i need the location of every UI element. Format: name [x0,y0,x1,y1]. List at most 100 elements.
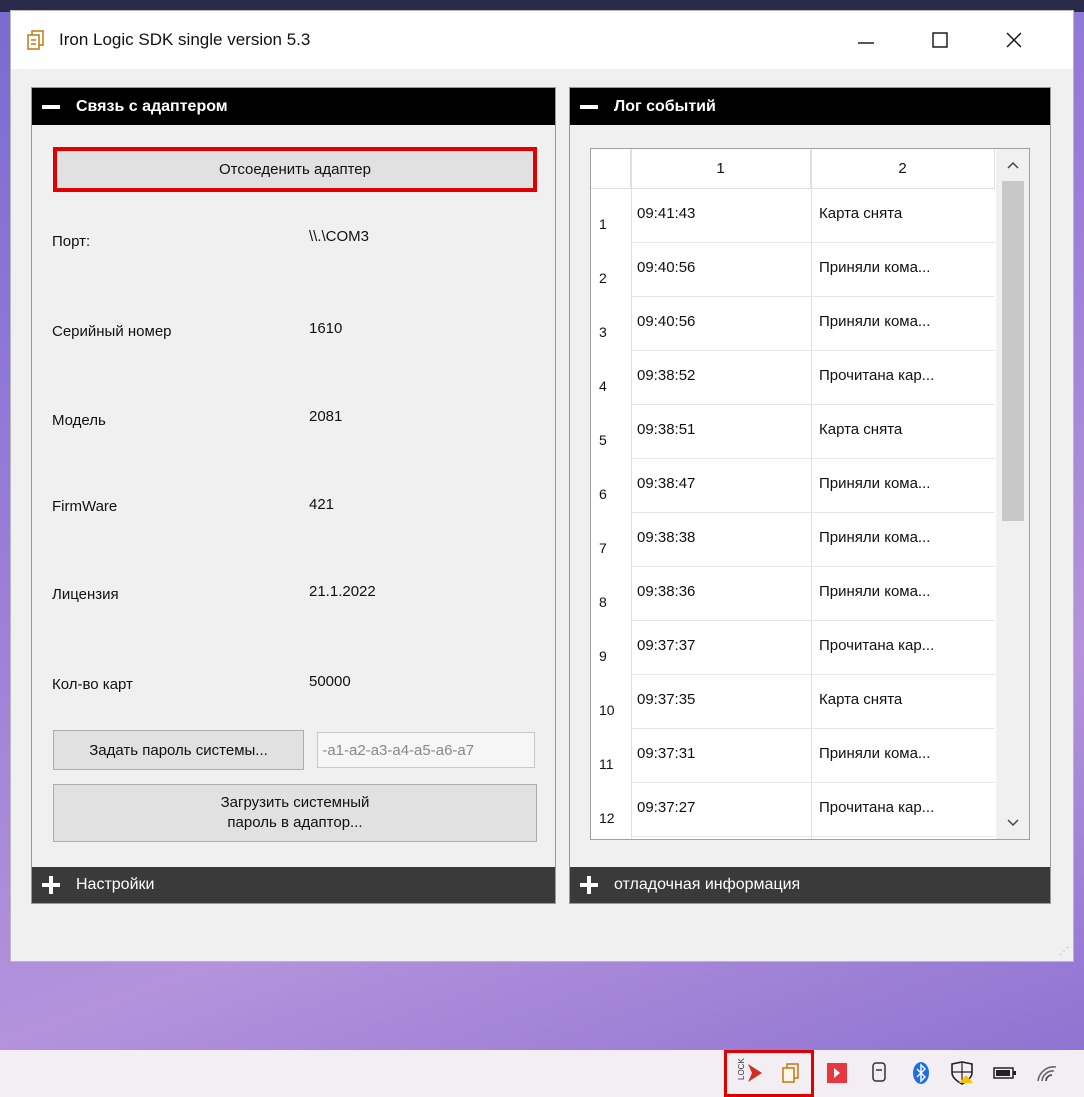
log-panel-title: Лог событий [614,97,716,115]
table-row[interactable]: 3 09:40:56 Приняли кома... [591,297,995,351]
row-number: 4 [599,378,607,394]
event-log-table[interactable]: 1 2 1 09:41:43 Карта снята 2 09:40:56 Приняли… [590,148,1030,840]
event-time-cell[interactable]: 09:38:38 [637,529,695,546]
row-number-header [591,149,631,189]
expand-icon[interactable] [42,876,60,894]
close-button[interactable] [977,11,1051,69]
event-time-cell[interactable]: 09:38:47 [637,475,695,492]
maximize-icon [932,32,948,48]
port-label: Порт: [52,233,91,250]
license-value: 21.1.2022 [309,583,376,600]
license-label: Лицензия [52,586,119,603]
iron-logic-icon[interactable] [776,1056,806,1090]
iron-logic-app-icon [27,30,45,50]
table-row[interactable]: 8 09:38:36 Приняли кома... [591,567,995,621]
disconnect-adapter-button[interactable]: Отсоеденить адаптер [53,147,537,192]
event-time-cell[interactable]: 09:38:52 [637,367,695,384]
row-number: 2 [599,270,607,286]
settings-label: Настройки [76,876,155,893]
event-time-cell[interactable]: 09:37:31 [637,745,695,762]
table-row[interactable]: 6 09:38:47 Приняли кома... [591,459,995,513]
adapter-panel-header[interactable]: Связь с адаптером [32,88,555,125]
debug-info-label: отладочная информация [614,876,801,893]
event-time-cell[interactable]: 09:40:56 [637,313,695,330]
red-app-icon[interactable] [822,1056,852,1090]
collapse-icon[interactable] [42,104,60,109]
debug-info-section-header[interactable]: отладочная информация [570,867,1050,903]
table-row[interactable]: 9 09:37:37 Прочитана кар... [591,621,995,675]
log-panel: Лог событий 1 2 1 09:41:43 Карта снята 2 09:… [569,87,1051,904]
event-time-cell[interactable]: 09:37:35 [637,691,695,708]
event-description-cell[interactable]: Карта снята [819,205,902,222]
system-password-field[interactable] [317,732,535,768]
port-value: \\.\COM3 [309,228,370,245]
log-panel-header[interactable]: Лог событий [570,88,1050,125]
load-system-password-button[interactable]: Загрузить системный пароль в адаптор... [53,784,537,842]
row-number: 8 [599,594,607,610]
table-row[interactable]: 10 09:37:35 Карта снята [591,675,995,729]
event-description-cell[interactable]: Приняли кома... [819,583,930,600]
column-header-1[interactable]: 1 [631,149,811,189]
security-icon[interactable] [946,1056,978,1090]
bluetooth-icon[interactable] [906,1056,936,1090]
vertical-scrollbar[interactable] [996,149,1029,839]
scroll-thumb[interactable] [1002,181,1024,521]
table-row[interactable]: 11 09:37:31 Приняли кома... [591,729,995,783]
battery-icon[interactable] [990,1056,1020,1090]
set-system-password-label: Задать пароль системы... [89,741,268,759]
row-number: 9 [599,648,607,664]
row-number: 10 [599,702,615,718]
row-number: 5 [599,432,607,448]
maximize-button[interactable] [903,11,977,69]
event-description-cell[interactable]: Приняли кома... [819,259,930,276]
row-number: 1 [599,216,607,232]
model-label: Модель [52,412,106,429]
table-row[interactable]: 12 09:37:27 Прочитана кар... [591,783,995,837]
title-bar[interactable]: Iron Logic SDK single version 5.3 [11,11,1073,69]
event-description-cell[interactable]: Приняли кома... [819,475,930,492]
event-time-cell[interactable]: 09:41:43 [637,205,695,222]
table-row[interactable]: 2 09:40:56 Приняли кома... [591,243,995,297]
main-window: Iron Logic SDK single version 5.3 Связь … [10,10,1074,962]
event-description-cell[interactable]: Приняли кома... [819,529,930,546]
event-time-cell[interactable]: 09:38:51 [637,421,695,438]
event-description-cell[interactable]: Карта снята [819,691,902,708]
model-value: 2081 [309,408,343,425]
wifi-icon[interactable] [1032,1056,1062,1090]
lock-app-icon[interactable]: LOCK [733,1056,769,1090]
event-description-cell[interactable]: Прочитана кар... [819,367,934,384]
adapter-panel: Связь с адаптером Отсоеденить адаптер По… [31,87,556,904]
row-divider [631,836,995,837]
table-row[interactable]: 7 09:38:38 Приняли кома... [591,513,995,567]
disconnect-adapter-label: Отсоеденить адаптер [219,161,371,178]
table-row[interactable]: 1 09:41:43 Карта снята [591,189,995,243]
scroll-up-arrow-icon[interactable] [996,151,1029,179]
event-time-cell[interactable]: 09:40:56 [637,259,695,276]
card-count-value: 50000 [309,673,351,690]
settings-section-header[interactable]: Настройки [32,867,555,903]
event-description-cell[interactable]: Карта снята [819,421,902,438]
event-time-cell[interactable]: 09:38:36 [637,583,695,600]
serial-number-label: Серийный номер [52,323,172,340]
load-password-label-line1: Загрузить системный [220,794,370,811]
expand-icon[interactable] [580,876,598,894]
event-description-cell[interactable]: Прочитана кар... [819,799,934,816]
minimize-button[interactable] [829,11,903,69]
firmware-label: FirmWare [52,498,118,515]
event-time-cell[interactable]: 09:37:37 [637,637,695,654]
column-header-2[interactable]: 2 [811,149,995,189]
serial-number-value: 1610 [309,320,343,337]
table-row[interactable]: 4 09:38:52 Прочитана кар... [591,351,995,405]
event-description-cell[interactable]: Прочитана кар... [819,637,934,654]
row-number: 11 [599,756,614,772]
usb-icon[interactable] [864,1056,894,1090]
collapse-icon[interactable] [580,104,598,109]
event-description-cell[interactable]: Приняли кома... [819,745,930,762]
set-system-password-button[interactable]: Задать пароль системы... [53,730,304,770]
table-row[interactable]: 5 09:38:51 Карта снята [591,405,995,459]
event-time-cell[interactable]: 09:37:27 [637,799,695,816]
event-description-cell[interactable]: Приняли кома... [819,313,930,330]
resize-grip-icon[interactable]: ⋰ [1059,946,1069,957]
scroll-down-arrow-icon[interactable] [996,809,1029,837]
firmware-value: 421 [309,496,335,513]
